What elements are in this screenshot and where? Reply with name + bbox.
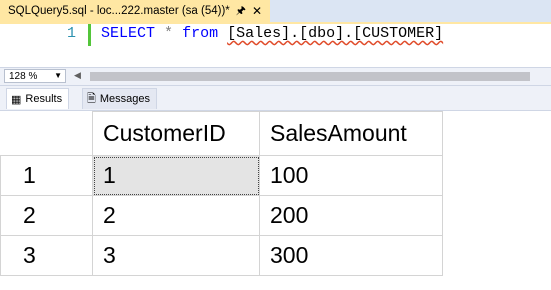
zoom-select[interactable]: 128 % ▼ [4,69,66,83]
star-operator: * [164,25,174,42]
keyword-from: from [182,25,219,42]
line-number: 1 [66,25,76,42]
pin-icon[interactable]: 🖈 [236,2,246,21]
column-header-customerid[interactable]: CustomerID [92,111,260,156]
query-editor[interactable]: 1 SELECT * from [Sales].[dbo].[CUSTOMER] [0,24,551,67]
change-indicator-bar [88,24,91,46]
cell-customerid[interactable]: 1 [92,155,260,196]
editor-gutter: 1 [0,24,91,67]
tab-results-label: Results [25,93,63,105]
scroll-left-icon[interactable]: ◀ [74,70,81,81]
close-icon[interactable]: ✕ [252,4,262,18]
grid-icon: ▦ [11,93,22,106]
table-row: 2 2 200 [0,195,443,236]
row-number[interactable]: 3 [0,235,93,276]
header-row: CustomerID SalesAmount [0,111,443,156]
sql-code-line[interactable]: SELECT * from [Sales].[dbo].[CUSTOMER] [101,25,443,42]
results-grid: CustomerID SalesAmount 1 1 100 2 2 200 3… [0,111,443,276]
table-row: 1 1 100 [0,155,443,196]
tab-messages[interactable]: 🗎 Messages [82,88,157,109]
zoom-value: 128 % [9,70,38,82]
tab-results[interactable]: ▦ Results [6,88,70,109]
document-tab[interactable]: SQLQuery5.sql - loc...222.master (sa (54… [0,0,271,22]
column-header-salesamount[interactable]: SalesAmount [259,111,443,156]
cell-salesamount[interactable]: 300 [259,235,443,276]
cell-salesamount[interactable]: 200 [259,195,443,236]
keyword-select: SELECT [101,25,156,42]
dropdown-arrow-icon: ▼ [54,71,62,80]
document-tab-title: SQLQuery5.sql - loc...222.master (sa (54… [8,5,230,17]
horizontal-scrollbar-thumb[interactable] [90,72,530,81]
messages-icon: 🗎 [87,92,96,105]
result-tab-bar: ▦ Results 🗎 Messages [0,86,551,111]
document-tab-strip: SQLQuery5.sql - loc...222.master (sa (54… [0,0,551,24]
row-number[interactable]: 2 [0,195,93,236]
cell-customerid[interactable]: 3 [92,235,260,276]
corner-cell[interactable] [0,111,93,156]
zoom-bar: 128 % ▼ ◀ [0,67,551,86]
cell-salesamount[interactable]: 100 [259,155,443,196]
table-row: 3 3 300 [0,235,443,276]
cell-customerid[interactable]: 2 [92,195,260,236]
tab-messages-label: Messages [99,93,150,105]
table-reference: [Sales].[dbo].[CUSTOMER] [227,25,444,42]
row-number[interactable]: 1 [0,155,93,196]
